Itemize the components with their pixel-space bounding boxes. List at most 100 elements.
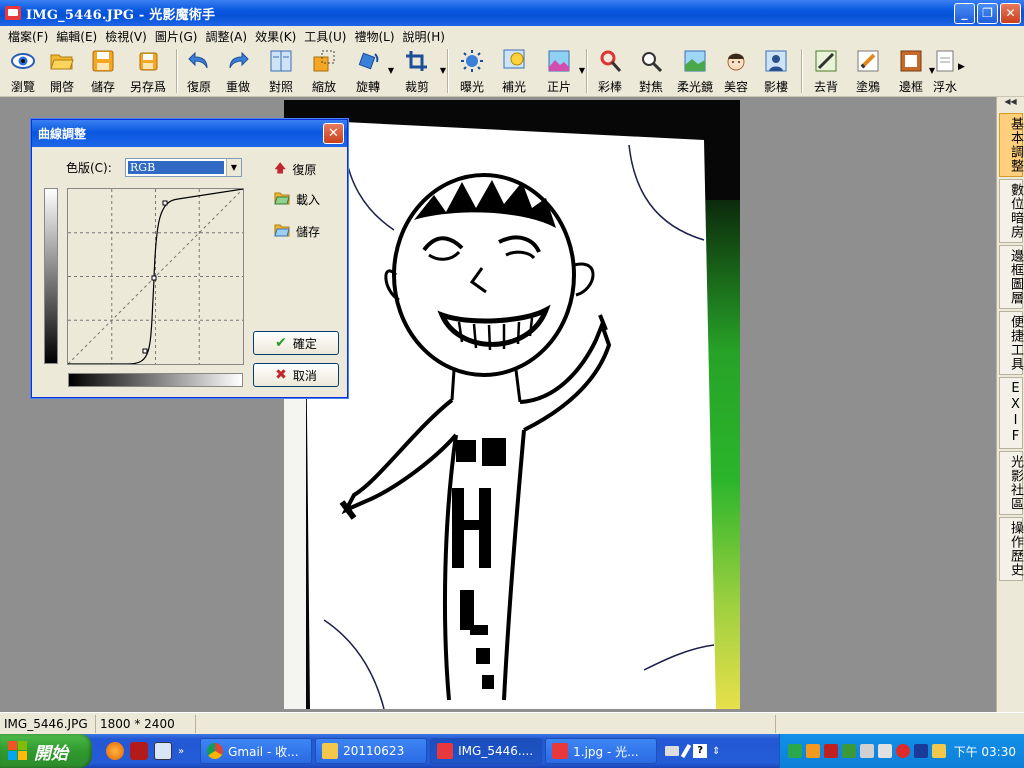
undo-button[interactable]: 復原 <box>181 46 217 95</box>
save-curve-button[interactable]: 儲存 <box>274 223 320 240</box>
frame-button[interactable]: 邊框 ▼ <box>890 46 935 95</box>
clock[interactable]: 下午 03:30 <box>954 743 1016 760</box>
start-button[interactable]: 開始 <box>0 734 92 768</box>
exposure-button[interactable]: 曝光 <box>452 46 492 95</box>
close-button[interactable]: ✕ <box>1000 2 1021 24</box>
auto-level-button[interactable]: 正片 ▼ <box>536 46 585 95</box>
tab-exif[interactable]: EXIF <box>999 377 1023 449</box>
task-folder[interactable]: 20110623 <box>315 738 428 764</box>
watermark-button[interactable]: 浮水 <box>932 46 958 95</box>
toolbar: 瀏覽 開啓 儲存 另存爲 復原 重做 對照 縮放 旋轉 ▼ 裁剪 ▼ 曝光 補光… <box>0 46 1024 97</box>
resize-icon <box>312 49 336 73</box>
task-1-jpg[interactable]: 1.jpg - 光... <box>545 738 658 764</box>
menu-effects[interactable]: 效果(K) <box>251 28 300 45</box>
taskbar: 開始 » Gmail - 收... 20110623 IMG_5446.... … <box>0 734 1024 768</box>
focus-button[interactable]: 對焦 <box>629 46 673 95</box>
menu-adjust[interactable]: 調整(A) <box>201 28 251 45</box>
status-bar: IMG_5446.JPG 1800 * 2400 <box>0 712 1024 734</box>
windows-logo-icon <box>8 741 28 761</box>
tray-display-icon[interactable] <box>913 744 928 758</box>
magnifier-icon <box>639 49 663 73</box>
menu-tools[interactable]: 工具(U) <box>300 28 350 45</box>
tray-misc-icon[interactable] <box>931 744 946 758</box>
tray-antivirus-icon[interactable] <box>823 744 838 758</box>
auto-level-dropdown-icon[interactable]: ▼ <box>579 66 585 75</box>
menu-view[interactable]: 檢視(V) <box>101 28 151 45</box>
soft-light-button[interactable]: 柔光鏡 <box>673 46 717 95</box>
toolbar-overflow-icon[interactable]: ⇕ <box>712 746 720 757</box>
rotate-button[interactable]: 旋轉 ▼ <box>345 46 394 95</box>
toolbar-overflow-icon[interactable]: ▶ <box>958 62 968 72</box>
save-button[interactable]: 儲存 <box>82 46 124 95</box>
menu-help[interactable]: 說明(H) <box>399 28 449 45</box>
cancel-button[interactable]: ✖ 取消 <box>253 363 339 387</box>
studio-button[interactable]: 影樓 <box>755 46 797 95</box>
redo-button[interactable]: 重做 <box>217 46 259 95</box>
crop-dropdown-icon[interactable]: ▼ <box>440 66 446 75</box>
title-bar: IMG_5446.JPG - 光影魔術手 _ ❐ ✕ <box>0 0 1024 26</box>
up-arrow-icon: 🡅 <box>274 161 287 175</box>
curve-graph[interactable] <box>67 188 244 365</box>
pencil-icon <box>856 49 880 73</box>
tab-quick-tools[interactable]: 便捷工具 <box>999 311 1023 375</box>
browse-button[interactable]: 瀏覽 <box>4 46 42 95</box>
reset-button[interactable]: 🡅 復原 <box>274 159 316 180</box>
beauty-button[interactable]: 美容 <box>717 46 755 95</box>
chevron-down-icon[interactable]: ▼ <box>226 159 241 176</box>
folder-save-icon <box>274 223 290 240</box>
output-gradient <box>44 188 58 364</box>
folder-open-icon <box>274 191 290 208</box>
toolbar-icons: ? ⇕ <box>665 743 721 759</box>
load-button[interactable]: 載入 <box>274 191 320 208</box>
maximize-button[interactable]: ❐ <box>977 2 998 24</box>
doodle-button[interactable]: 塗鴉 <box>846 46 890 95</box>
tab-community[interactable]: 光影社區 <box>999 451 1023 515</box>
menu-image[interactable]: 圖片(G) <box>151 28 202 45</box>
landscape-icon <box>683 49 707 73</box>
filezilla-icon[interactable] <box>130 742 148 760</box>
folder-icon <box>322 743 339 759</box>
tray-monitor-icon[interactable] <box>859 744 874 758</box>
resize-button[interactable]: 縮放 <box>303 46 345 95</box>
pen-icon[interactable] <box>680 743 692 759</box>
help-icon[interactable]: ? <box>693 744 708 758</box>
menu-edit[interactable]: 編輯(E) <box>52 28 101 45</box>
cutout-icon <box>814 49 838 73</box>
quick-launch-overflow-icon[interactable]: » <box>178 746 184 757</box>
tray-security-icon[interactable] <box>895 744 910 758</box>
color-wand-icon <box>598 49 622 73</box>
tab-history[interactable]: 操作歷史 <box>999 517 1023 581</box>
remove-background-button[interactable]: 去背 <box>806 46 846 95</box>
panel-collapse-icon[interactable]: ◀◀ <box>997 97 1024 111</box>
open-button[interactable]: 開啓 <box>42 46 82 95</box>
compare-button[interactable]: 對照 <box>259 46 303 95</box>
crop-button[interactable]: 裁剪 ▼ <box>391 46 446 95</box>
keyboard-icon[interactable] <box>665 746 680 756</box>
tray-app-icon[interactable] <box>805 744 820 758</box>
task-img-5446[interactable]: IMG_5446.... <box>430 738 543 764</box>
fill-light-button[interactable]: 補光 <box>492 46 536 95</box>
system-tray: 下午 03:30 <box>778 734 1024 768</box>
show-desktop-icon[interactable] <box>154 742 172 760</box>
tab-basic-adjust[interactable]: 基本調整 <box>999 113 1023 177</box>
quick-launch: » <box>106 742 184 760</box>
tray-volume-icon[interactable] <box>877 744 892 758</box>
firefox-icon[interactable] <box>106 742 124 760</box>
status-filename: IMG_5446.JPG <box>0 714 96 733</box>
channel-select[interactable]: RGB ▼ <box>125 158 242 177</box>
tab-digital-darkroom[interactable]: 數位暗房 <box>999 179 1023 243</box>
minimize-button[interactable]: _ <box>954 2 975 24</box>
tray-network-icon[interactable] <box>787 744 802 758</box>
tab-frame-layers[interactable]: 邊框圖層 <box>999 245 1023 309</box>
menu-file[interactable]: 檔案(F) <box>4 28 52 45</box>
face-icon <box>724 49 748 73</box>
color-pen-button[interactable]: 彩棒 <box>591 46 629 95</box>
ok-button[interactable]: ✔ 確定 <box>253 331 339 355</box>
folder-open-icon <box>50 49 74 73</box>
save-as-button[interactable]: 另存爲 <box>124 46 172 95</box>
menu-gifts[interactable]: 禮物(L) <box>350 28 398 45</box>
tray-shield-icon[interactable] <box>841 744 856 758</box>
task-gmail[interactable]: Gmail - 收... <box>200 738 313 764</box>
portrait-icon <box>764 49 788 73</box>
dialog-close-button[interactable]: ✕ <box>323 123 344 144</box>
